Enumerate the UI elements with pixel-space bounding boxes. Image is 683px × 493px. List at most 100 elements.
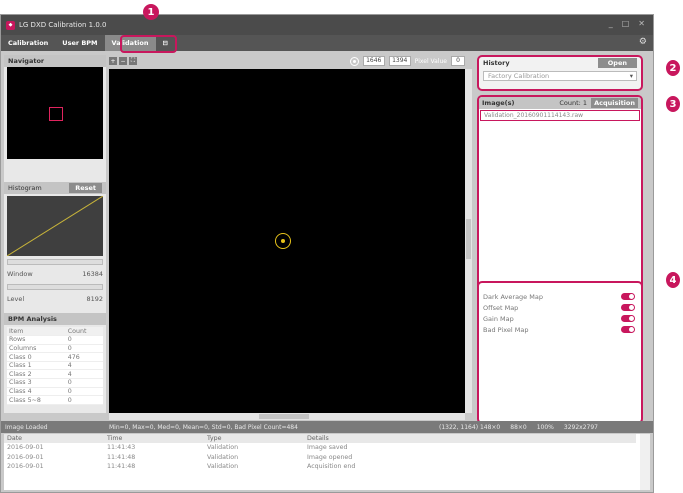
scroll-thumb[interactable]: [259, 414, 309, 419]
log-time: 11:41:43: [107, 444, 136, 452]
bpm-item: Class 2: [7, 369, 66, 380]
history-selected-value: Factory Calibration: [488, 72, 550, 80]
title-bar: ◆ LG DXD Calibration 1.0.0 _ □ ✕: [1, 15, 653, 35]
level-slider[interactable]: [7, 284, 103, 290]
log-header-date: Date: [4, 434, 104, 443]
target-icon[interactable]: [349, 56, 359, 66]
navigator-viewport-rect[interactable]: [49, 107, 63, 121]
reset-button[interactable]: Reset: [69, 183, 102, 193]
crosshair-marker[interactable]: [275, 233, 291, 249]
maps-panel: Dark Average Map Offset Map Gain Map Bad…: [477, 281, 643, 424]
open-button[interactable]: Open: [597, 58, 637, 68]
log-date: 2016-09-01: [7, 444, 44, 452]
map-label: Offset Map: [483, 303, 519, 312]
bpm-analysis-title: BPM Analysis: [4, 313, 106, 325]
table-row[interactable]: 2016-09-01 11:41:43 Validation Image saved: [4, 443, 636, 453]
log-header-type: Type: [204, 434, 304, 443]
bpm-table: Item Count Rows 0 Columns 0 Class 0 476 Clas…: [7, 327, 103, 405]
histogram-plot[interactable]: [7, 196, 103, 256]
menu-calibration[interactable]: Calibration: [1, 35, 55, 51]
image-viewer[interactable]: [109, 69, 465, 413]
navigator-title: Navigator: [4, 55, 106, 67]
bad-pixel-toggle[interactable]: [621, 326, 635, 333]
table-row[interactable]: Class 30: [7, 378, 103, 388]
images-title: Image(s): [482, 99, 515, 107]
table-row[interactable]: 2016-09-01 11:41:48 Validation Acquisition …: [4, 462, 636, 472]
list-item[interactable]: Validation_20160901114143.raw: [480, 110, 640, 121]
zoom-in-icon[interactable]: +: [109, 57, 117, 65]
log-date: 2016-09-01: [7, 453, 44, 461]
log-details: Acquisition end: [307, 463, 356, 471]
gain-toggle[interactable]: [621, 315, 635, 322]
bpm-item: Class 5~8: [7, 395, 66, 405]
window-slider[interactable]: [7, 259, 103, 265]
table-row[interactable]: 2016-09-01 11:41:48 Validation Image opened: [4, 453, 636, 463]
histogram-title: Histogram: [8, 184, 42, 192]
map-row-gain: Gain Map: [479, 313, 641, 324]
status-state: Image Loaded: [5, 423, 48, 431]
minimize-icon[interactable]: _: [609, 19, 613, 28]
window-row: Window 16384: [7, 270, 103, 278]
log-date: 2016-09-01: [7, 463, 44, 471]
bpm-header-count: Count: [65, 327, 103, 337]
bpm-count: 0: [65, 395, 103, 405]
pixel-value-label: Pixel Value: [414, 57, 447, 65]
app-window: ◆ LG DXD Calibration 1.0.0 _ □ ✕ Calibra…: [0, 14, 654, 493]
table-row[interactable]: Columns 0: [7, 344, 103, 354]
window-label: Window: [7, 270, 33, 278]
status-stats: Min=0, Max=0, Med=0, Mean=0, Std=0, Bad …: [109, 423, 298, 431]
table-row[interactable]: Class 0 476: [7, 352, 103, 362]
callout-3: 3: [666, 96, 680, 112]
coord-x-field[interactable]: 1646: [362, 56, 385, 66]
menu-user-bpm[interactable]: User BPM: [55, 35, 104, 51]
maximize-icon[interactable]: □: [622, 19, 630, 28]
table-row[interactable]: Class 5~8 0: [7, 395, 103, 405]
log-scrollbar[interactable]: [640, 434, 650, 490]
dark-average-toggle[interactable]: [621, 293, 635, 300]
offset-toggle[interactable]: [621, 304, 635, 311]
bpm-count: 476: [65, 352, 103, 362]
images-count: Count: 1: [559, 99, 588, 107]
app-logo-icon: ◆: [6, 20, 15, 30]
close-icon[interactable]: ✕: [638, 19, 645, 28]
bpm-count: 0: [65, 387, 103, 397]
bpm-item: Columns: [7, 344, 66, 354]
left-panel: Navigator Histogram Reset Window 16384 L…: [4, 55, 106, 413]
table-row[interactable]: Rows 0: [7, 335, 103, 345]
map-label: Gain Map: [483, 314, 514, 323]
histogram-curve: [7, 196, 103, 256]
chevron-down-icon: ▾: [629, 72, 633, 80]
viewer-horizontal-scrollbar[interactable]: [109, 413, 465, 420]
histogram-header: Histogram Reset: [4, 182, 106, 194]
navigator-view[interactable]: [7, 67, 103, 159]
bpm-count: 0: [65, 344, 103, 354]
gear-icon[interactable]: ⚙: [639, 37, 647, 47]
zoom-out-icon[interactable]: −: [119, 57, 127, 65]
viewer-vertical-scrollbar[interactable]: [465, 69, 472, 413]
log-details: Image opened: [307, 453, 353, 461]
log-header-time: Time: [104, 434, 204, 443]
table-row[interactable]: Class 40: [7, 387, 103, 397]
bpm-item: Class 0: [7, 352, 66, 362]
history-select[interactable]: Factory Calibration ▾: [483, 71, 637, 81]
bpm-count: 4: [65, 361, 103, 371]
table-row[interactable]: Class 14: [7, 361, 103, 371]
window-value: 16384: [82, 270, 103, 278]
fit-icon[interactable]: ⛶: [129, 57, 137, 65]
window-title: LG DXD Calibration 1.0.0: [19, 21, 107, 29]
bpm-count: 4: [65, 369, 103, 380]
log-header-details: Details: [304, 434, 636, 443]
callout-1: 1: [143, 4, 159, 20]
log-type: Validation: [207, 463, 239, 471]
callout-4: 4: [666, 272, 680, 288]
menu-bar: Calibration User BPM Validation ⊟ ⚙: [1, 35, 653, 51]
images-header: Image(s) Count: 1 Acquisition: [479, 97, 641, 109]
map-row-bad-pixel: Bad Pixel Map: [479, 324, 641, 335]
bpm-header-item: Item: [7, 327, 66, 337]
table-row[interactable]: Class 24: [7, 369, 103, 380]
history-title: History: [483, 59, 510, 67]
coord-y-field[interactable]: 1394: [388, 56, 411, 66]
status-zoom: 100%: [536, 423, 554, 431]
acquisition-button[interactable]: Acquisition: [591, 98, 638, 108]
scroll-thumb[interactable]: [466, 219, 471, 259]
